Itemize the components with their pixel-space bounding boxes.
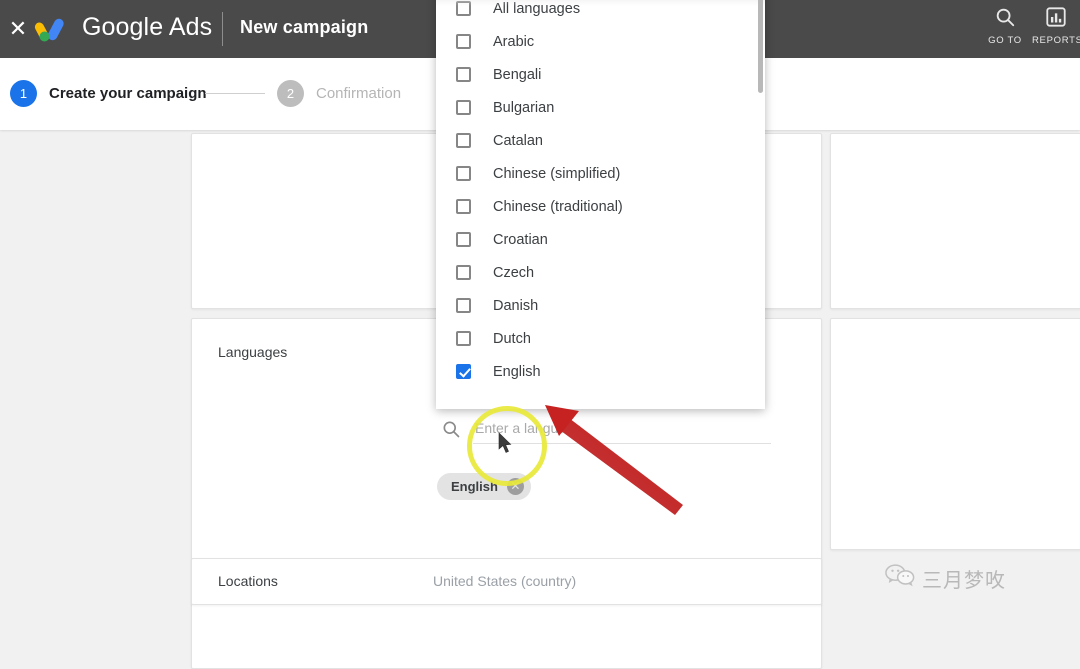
- checkbox-icon[interactable]: [456, 298, 471, 313]
- language-search-input[interactable]: [473, 415, 717, 441]
- dropdown-item[interactable]: Czech: [436, 256, 765, 289]
- reports-label: REPORTS: [1032, 35, 1080, 46]
- dropdown-item-label: Dutch: [493, 330, 531, 347]
- dropdown-item[interactable]: Bulgarian: [436, 91, 765, 124]
- dropdown-item[interactable]: Chinese (traditional): [436, 190, 765, 223]
- dropdown-item[interactable]: English: [436, 355, 765, 388]
- dropdown-item[interactable]: Danish: [436, 289, 765, 322]
- step-1-label: Create your campaign: [49, 85, 207, 102]
- checkbox-icon[interactable]: [456, 265, 471, 280]
- selected-language-chip[interactable]: English ✕: [437, 473, 531, 500]
- chip-label: English: [451, 479, 498, 494]
- checkbox-icon[interactable]: [456, 1, 471, 16]
- stepper-connector: [205, 93, 265, 94]
- checkbox-icon[interactable]: [456, 166, 471, 181]
- dropdown-scrollbar-track[interactable]: [758, 0, 764, 409]
- locations-card[interactable]: Locations United States (country): [191, 558, 822, 605]
- dropdown-item-label: Czech: [493, 264, 535, 281]
- step-2-label: Confirmation: [316, 85, 402, 102]
- dropdown-item-label: Croatian: [493, 231, 548, 248]
- languages-help-card: [830, 318, 1080, 550]
- checkbox-icon[interactable]: [456, 67, 471, 82]
- language-search-underline: [473, 443, 771, 444]
- search-icon: [978, 6, 1032, 32]
- dropdown-item[interactable]: Croatian: [436, 223, 765, 256]
- dropdown-item[interactable]: Arabic: [436, 25, 765, 58]
- google-ads-logo-icon: [33, 13, 73, 45]
- appbar-divider: [222, 12, 223, 46]
- dropdown-item-label: Bulgarian: [493, 99, 555, 116]
- locations-label: Locations: [218, 573, 278, 589]
- language-dropdown-list: All languages Arabic Bengali Bulgarian Catal…: [436, 0, 765, 388]
- close-icon[interactable]: ✕: [5, 16, 31, 42]
- dropdown-item[interactable]: Chinese (simplified): [436, 157, 765, 190]
- checkbox-icon[interactable]: [456, 199, 471, 214]
- dropdown-item-label: All languages: [493, 0, 581, 17]
- dropdown-item[interactable]: Dutch: [436, 322, 765, 355]
- checkbox-icon[interactable]: [456, 331, 471, 346]
- checkbox-icon[interactable]: [456, 100, 471, 115]
- checkbox-checked-icon[interactable]: [456, 364, 471, 379]
- locations-value: United States (country): [433, 573, 577, 589]
- dropdown-item[interactable]: Bengali: [436, 58, 765, 91]
- step-2-number: 2: [277, 80, 304, 107]
- search-icon: [441, 419, 461, 439]
- dropdown-item[interactable]: Catalan: [436, 124, 765, 157]
- goto-label: GO TO: [988, 35, 1022, 46]
- dropdown-scrollbar-thumb[interactable]: [758, 0, 763, 93]
- step-1-number: 1: [10, 80, 37, 107]
- reports-button[interactable]: REPORTS: [1032, 6, 1080, 46]
- checkbox-icon[interactable]: [456, 232, 471, 247]
- goto-button[interactable]: GO TO: [978, 6, 1032, 46]
- dropdown-item-label: Bengali: [493, 66, 542, 83]
- language-search-field[interactable]: [441, 413, 771, 446]
- brand-title: Google Ads: [82, 13, 213, 41]
- checkbox-icon[interactable]: [456, 34, 471, 49]
- close-circle-icon[interactable]: ✕: [506, 478, 524, 495]
- bar-chart-icon: [1032, 6, 1080, 32]
- page-title: New campaign: [240, 17, 369, 37]
- step-create-campaign[interactable]: 1 Create your campaign: [10, 80, 207, 107]
- dropdown-item-label: Arabic: [493, 33, 535, 50]
- languages-label: Languages: [218, 344, 288, 360]
- dropdown-item-label: Chinese (simplified): [493, 165, 621, 182]
- dropdown-item-label: Danish: [493, 297, 539, 314]
- dropdown-item-label: English: [493, 363, 541, 380]
- dropdown-item-label: Catalan: [493, 132, 543, 149]
- language-dropdown[interactable]: All languages Arabic Bengali Bulgarian Catal…: [436, 0, 765, 409]
- dropdown-item-label: Chinese (traditional): [493, 198, 623, 215]
- step-confirmation[interactable]: 2 Confirmation: [277, 80, 401, 107]
- checkbox-icon[interactable]: [456, 133, 471, 148]
- dropdown-item[interactable]: All languages: [436, 0, 765, 25]
- networks-help-card: [830, 133, 1080, 309]
